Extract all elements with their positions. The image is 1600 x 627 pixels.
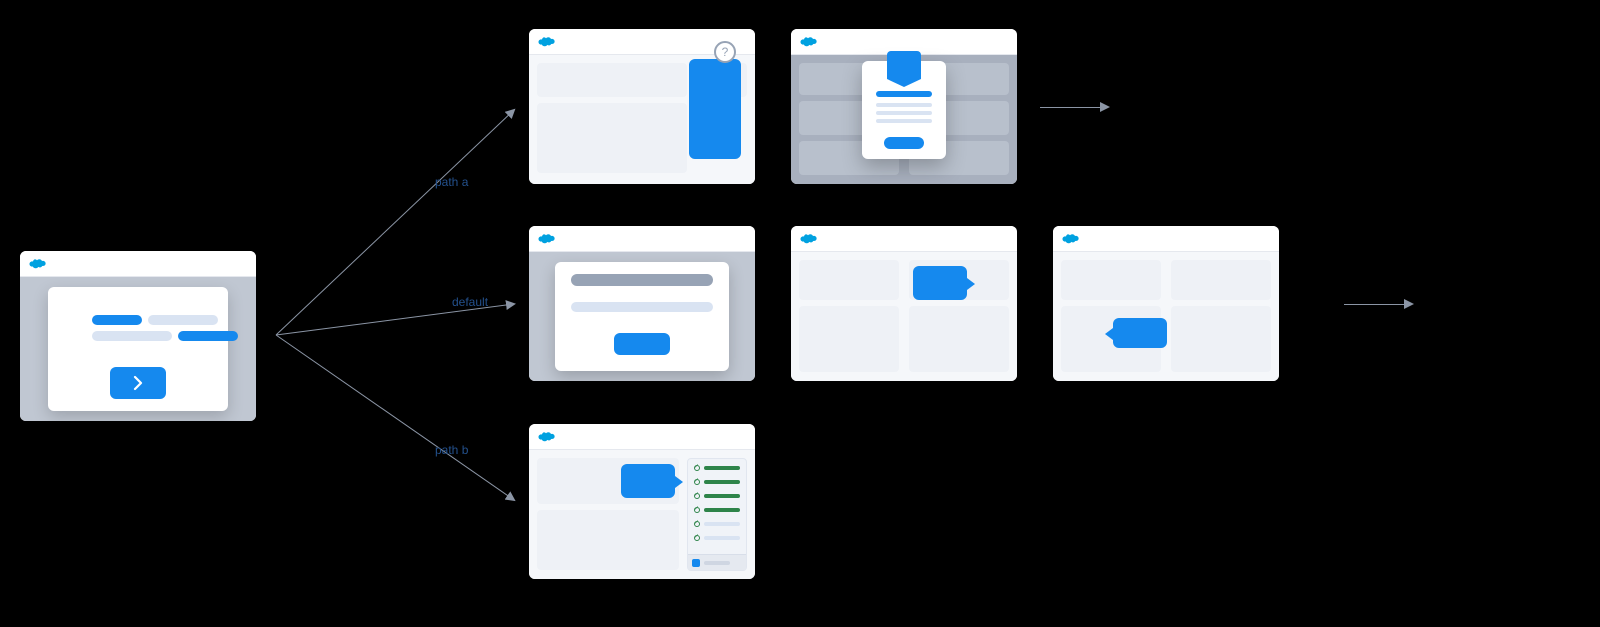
checklist-item (688, 517, 746, 531)
thumb-header (20, 251, 256, 277)
check-icon (694, 521, 700, 527)
thumb-b1-side-checklist (529, 424, 755, 579)
path-b-label: path b (435, 443, 468, 457)
card-text-line (876, 91, 932, 97)
thumb-body (1053, 252, 1279, 381)
modal-title-bar (571, 274, 713, 286)
card-text-line (92, 315, 142, 325)
thumb-body (529, 252, 755, 381)
salesforce-cloud-icon (537, 35, 555, 48)
card-text-line (178, 331, 238, 341)
path-a-label: path a (435, 175, 468, 189)
cta-button (884, 137, 924, 149)
salesforce-cloud-icon (537, 430, 555, 443)
checklist-item-bar (704, 494, 740, 498)
content-block (537, 63, 687, 97)
start-thumbnail (20, 251, 256, 421)
checklist-item (688, 461, 746, 475)
thumb-body (529, 450, 755, 579)
content-block (799, 260, 899, 300)
branch-fan (256, 0, 546, 627)
thumb-a1-help-popover: ? (529, 29, 755, 184)
content-block (1171, 260, 1271, 300)
card-text-line (148, 315, 218, 325)
modal-card (555, 262, 729, 371)
check-icon (694, 479, 700, 485)
ribbon-icon (887, 51, 921, 79)
chevron-right-icon (130, 375, 146, 391)
thumb-header (529, 226, 755, 252)
thumb-header (529, 424, 755, 450)
checklist-item (688, 531, 746, 545)
checklist-item-bar (704, 508, 740, 512)
cta-button (614, 333, 670, 355)
arrow-a-continue (1040, 104, 1110, 110)
salesforce-cloud-icon (1061, 232, 1079, 245)
content-block (1061, 260, 1161, 300)
content-block (537, 103, 687, 173)
thumb-header (1053, 226, 1279, 252)
modal-text-bar (571, 302, 713, 312)
thumb-body (791, 55, 1017, 184)
panel-footer (688, 554, 746, 570)
checklist-item-bar (704, 466, 740, 470)
panel-footer-icon (692, 559, 700, 567)
tooltip-bubble (621, 464, 675, 498)
thumb-body (791, 252, 1017, 381)
path-default-label: default (452, 295, 488, 309)
content-block (909, 306, 1009, 372)
checklist-item-bar (704, 536, 740, 540)
thumb-d1-modal-prompt (529, 226, 755, 381)
check-icon (694, 465, 700, 471)
tooltip-bubble (913, 266, 967, 300)
checklist-item (688, 489, 746, 503)
salesforce-cloud-icon (799, 35, 817, 48)
content-block (799, 306, 899, 372)
thumb-body (20, 277, 256, 421)
checklist-item-bar (704, 522, 740, 526)
popover-overlay (689, 59, 741, 159)
arrow-default-continue (1344, 301, 1414, 307)
welcome-mat-card (862, 61, 946, 159)
content-block (1171, 306, 1271, 372)
tooltip-bubble (1113, 318, 1167, 348)
thumb-body: ? (529, 55, 755, 184)
salesforce-cloud-icon (799, 232, 817, 245)
thumb-a2-welcome-mat (791, 29, 1017, 184)
thumb-d3-tooltip-left (1053, 226, 1279, 381)
salesforce-cloud-icon (28, 257, 46, 270)
thumb-d2-tooltip-right (791, 226, 1017, 381)
check-icon (694, 535, 700, 541)
card-text-line (876, 119, 932, 123)
decision-card (48, 287, 228, 411)
card-text-line (92, 331, 172, 341)
next-button (110, 367, 166, 399)
panel-footer-bar (704, 561, 730, 565)
check-icon (694, 493, 700, 499)
content-block (537, 510, 679, 570)
card-text-line (876, 103, 932, 107)
checklist-item (688, 475, 746, 489)
thumb-header (791, 226, 1017, 252)
salesforce-cloud-icon (537, 232, 555, 245)
checklist-item (688, 503, 746, 517)
checklist-panel (687, 458, 747, 571)
checklist-item-bar (704, 480, 740, 484)
card-text-line (876, 111, 932, 115)
check-icon (694, 507, 700, 513)
help-icon: ? (714, 41, 736, 63)
